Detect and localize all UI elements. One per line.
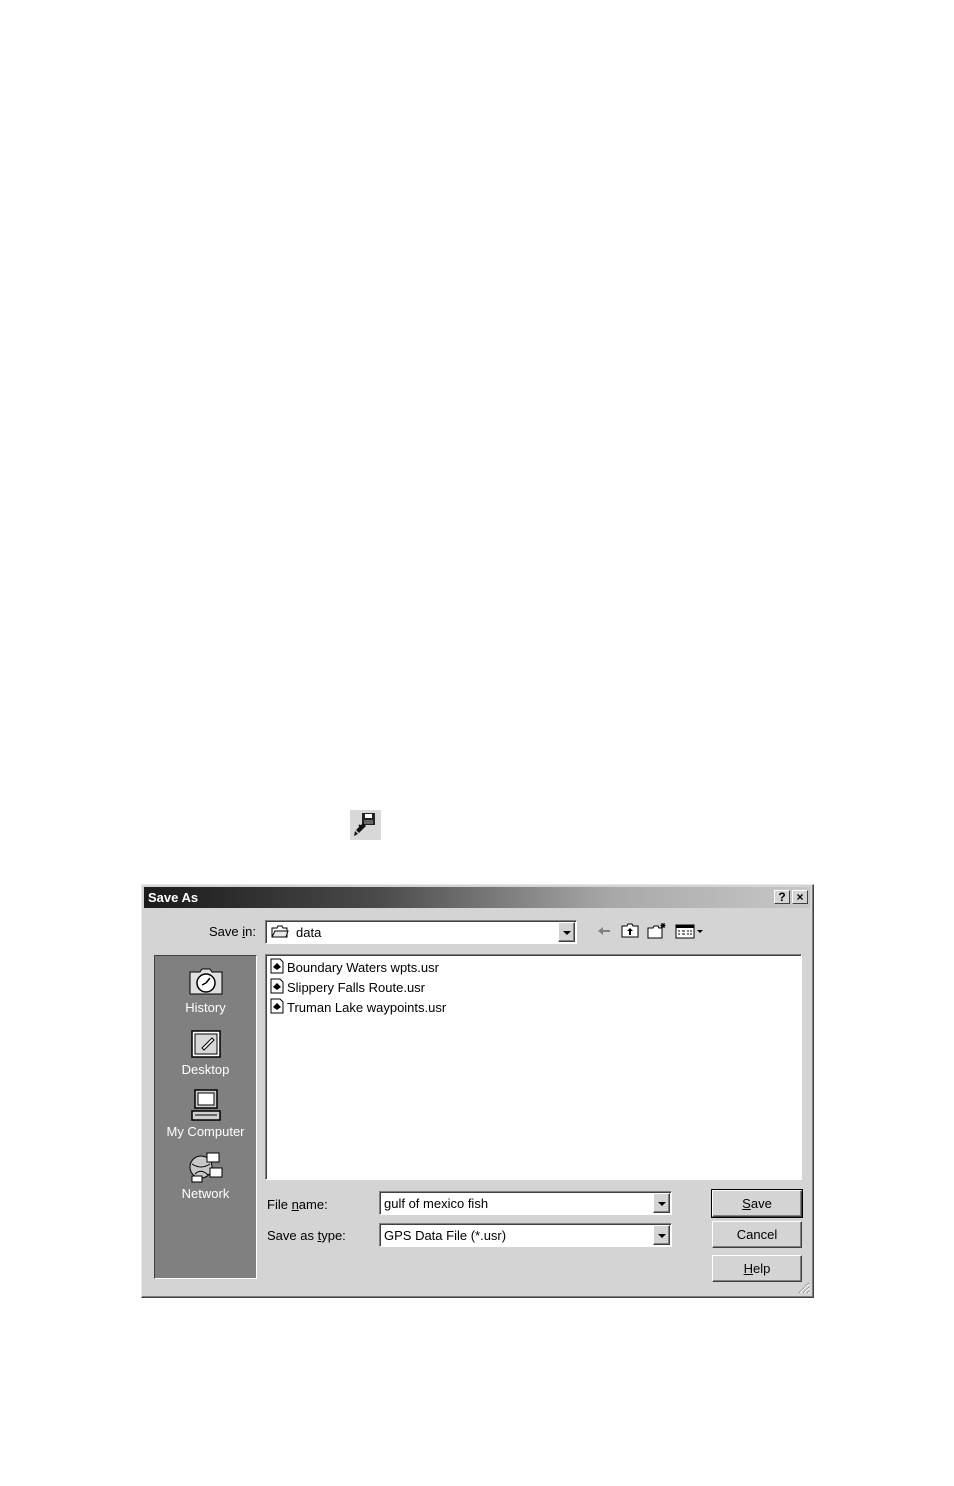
save-to-gps-toolbar-icon[interactable]: [350, 810, 381, 840]
usr-file-icon: [270, 998, 287, 1017]
folder-icon: [271, 925, 289, 942]
network-icon: [155, 1150, 256, 1184]
place-label: Network: [181, 1186, 230, 1201]
file-name: Boundary Waters wpts.usr: [287, 959, 439, 975]
place-network[interactable]: Network: [155, 1150, 256, 1201]
place-label: My Computer: [166, 1124, 245, 1139]
save-as-type-dropdown[interactable]: GPS Data File (*.usr): [379, 1223, 672, 1247]
place-desktop[interactable]: Desktop: [155, 1026, 256, 1077]
computer-icon: [155, 1088, 256, 1122]
chevron-down-icon[interactable]: [558, 922, 575, 942]
cancel-button[interactable]: Cancel: [712, 1221, 802, 1248]
help-title-button[interactable]: ?: [774, 890, 790, 904]
chevron-down-icon[interactable]: [653, 1193, 670, 1213]
desktop-icon: [155, 1026, 256, 1060]
save-in-value: data: [296, 925, 322, 940]
file-name: Truman Lake waypoints.usr: [287, 999, 447, 1015]
usr-file-icon: [270, 958, 287, 977]
file-list[interactable]: Boundary Waters wpts.usr Slippery Falls …: [265, 954, 802, 1180]
dialog-title: Save As: [148, 890, 199, 905]
new-folder-icon[interactable]: [646, 922, 668, 940]
resize-grip-icon[interactable]: [798, 1282, 810, 1294]
close-button[interactable]: ×: [792, 890, 808, 904]
history-icon: [155, 964, 256, 998]
file-name-label: File name:: [267, 1197, 328, 1212]
save-button[interactable]: Save: [711, 1189, 803, 1218]
place-my-computer[interactable]: My Computer: [155, 1088, 256, 1139]
places-bar: History Desktop My Computer Network: [154, 955, 257, 1279]
file-name-input[interactable]: gulf of mexico fish: [379, 1191, 672, 1215]
save-as-type-value: GPS Data File (*.usr): [384, 1228, 507, 1243]
list-item[interactable]: Slippery Falls Route.usr: [270, 978, 425, 996]
file-name: Slippery Falls Route.usr: [287, 979, 425, 995]
help-button[interactable]: Help: [712, 1255, 802, 1282]
up-folder-icon[interactable]: [620, 922, 640, 940]
save-in-dropdown[interactable]: data: [265, 920, 577, 944]
place-label: History: [185, 1000, 226, 1015]
place-history[interactable]: History: [155, 964, 256, 1015]
list-item[interactable]: Truman Lake waypoints.usr: [270, 998, 446, 1016]
save-as-type-label: Save as type:: [267, 1228, 346, 1243]
usr-file-icon: [270, 978, 287, 997]
save-in-label: Save in:: [209, 924, 256, 939]
place-label: Desktop: [181, 1062, 230, 1077]
title-bar: Save As ? ×: [144, 887, 810, 908]
save-as-dialog: Save As ? × Save in: data History Deskto…: [141, 884, 814, 1298]
chevron-down-icon[interactable]: [653, 1225, 670, 1245]
file-name-value: gulf of mexico fish: [384, 1196, 489, 1211]
views-menu-icon[interactable]: [674, 922, 706, 940]
back-arrow-icon[interactable]: [595, 922, 613, 940]
list-item[interactable]: Boundary Waters wpts.usr: [270, 958, 439, 976]
